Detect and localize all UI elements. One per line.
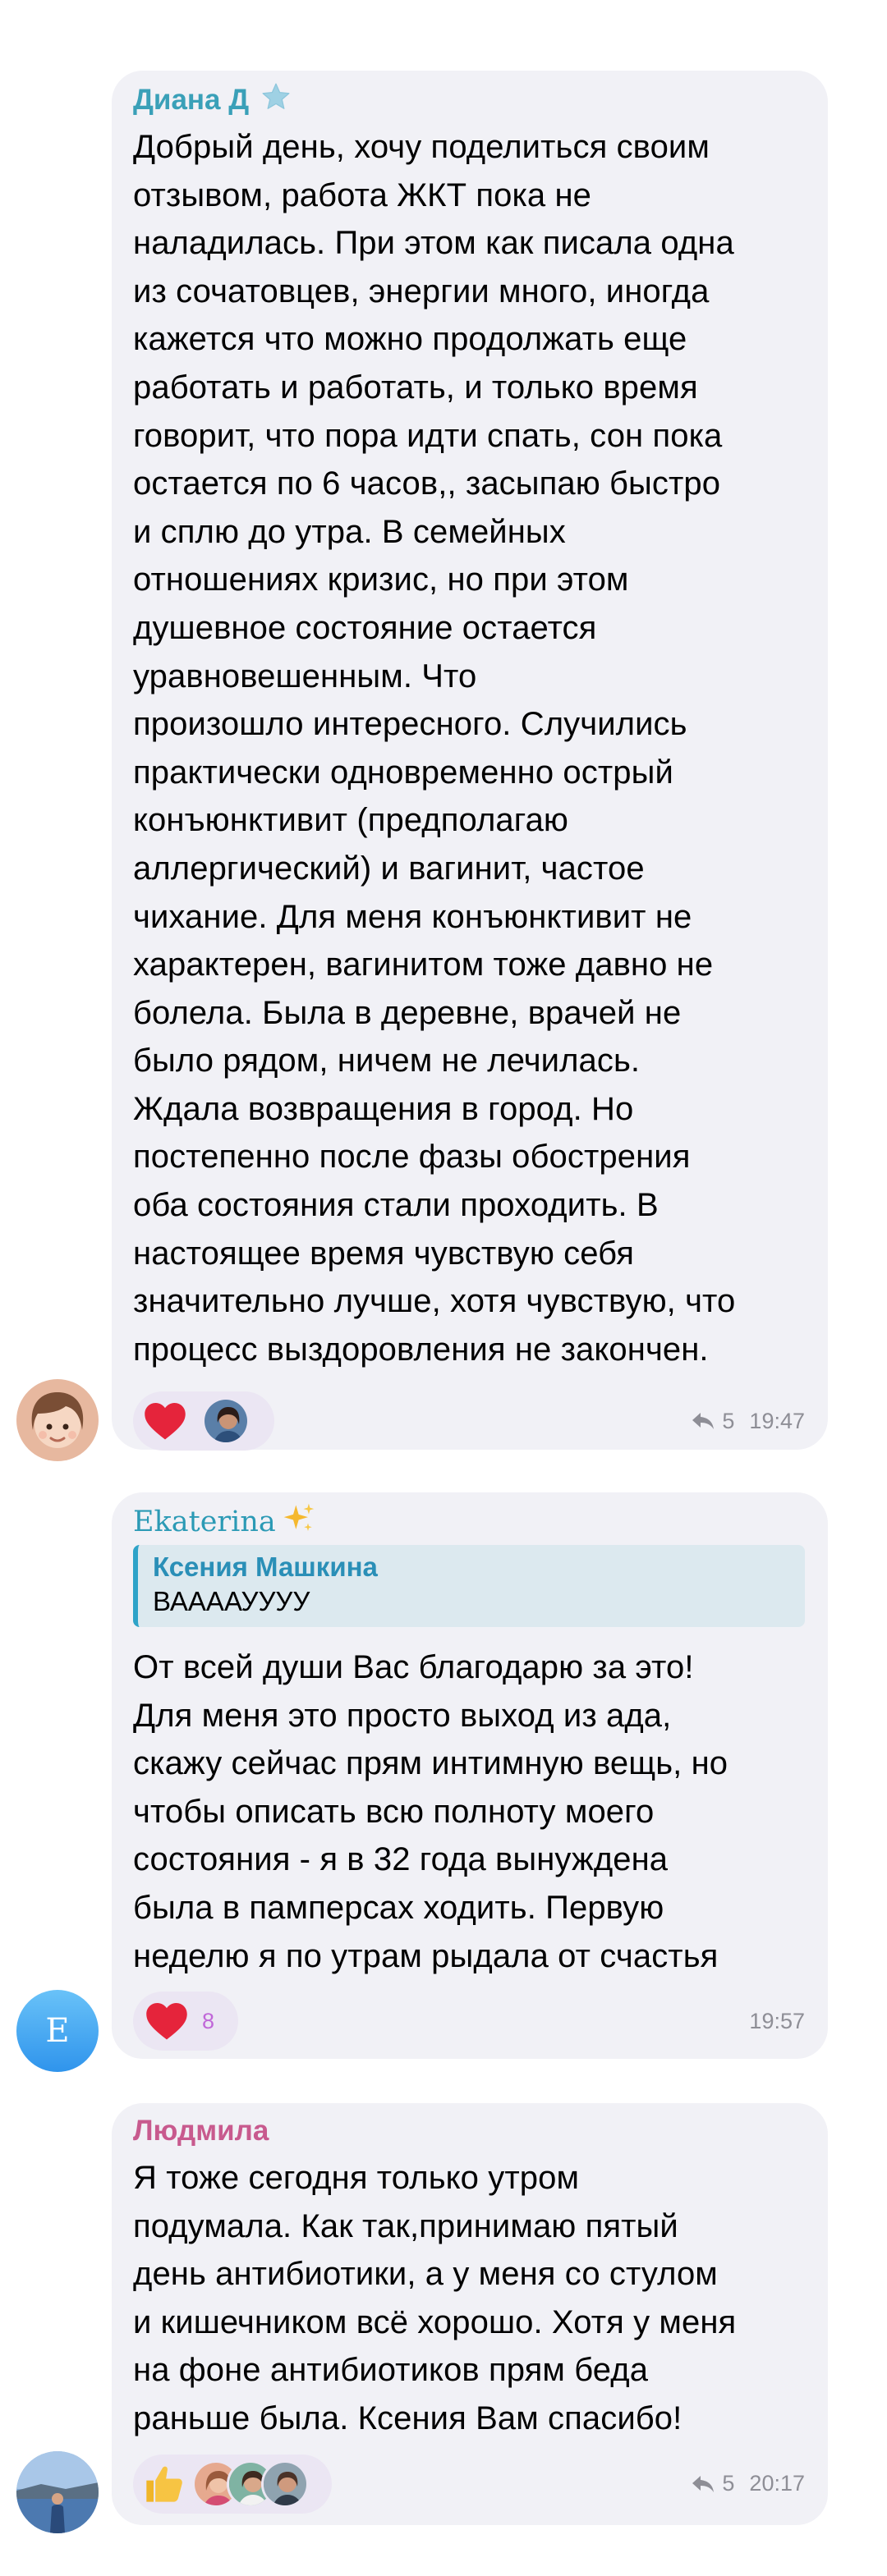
message-time: 19:47 [749, 1408, 805, 1433]
sender-row: Людмила [133, 2113, 805, 2149]
message-bubble[interactable]: Диана Д Добрый день, хочу поделиться сво… [112, 71, 828, 1451]
reply-icon[interactable] [691, 1411, 715, 1431]
avatar[interactable]: E [16, 1990, 99, 2072]
avatar[interactable] [16, 2451, 99, 2533]
sender-name[interactable]: Ekaterina [133, 1506, 276, 1538]
message-footer: 5 20:17 [133, 2454, 805, 2514]
sparkles-icon [281, 1501, 317, 1544]
heart-icon [143, 1400, 187, 1442]
quote-author: Ксения Машкина [153, 1552, 378, 1582]
sender-row: Диана Д [133, 82, 805, 118]
reply-icon[interactable] [691, 2474, 715, 2494]
message-text: Добрый день, хочу поделиться своим отзыв… [133, 129, 736, 1368]
message-footer: 8 19:57 [133, 1992, 805, 2051]
chat-view: Диана Д Добрый день, хочу поделиться сво… [0, 0, 887, 2576]
message-bubble[interactable]: Людмила Я тоже сегодня только утром поду… [112, 2103, 828, 2525]
message-time: 20:17 [749, 2471, 805, 2496]
sender-name[interactable]: Диана Д [133, 84, 249, 117]
quote-text: ВААААУУУУ [153, 1586, 310, 1616]
thumbs-up-icon [143, 2463, 186, 2505]
reaction-thumbs-up[interactable] [133, 2454, 332, 2514]
reactor-avatar[interactable] [261, 2459, 309, 2508]
avatar-letter: E [45, 2012, 70, 2050]
message-text: Я тоже сегодня только утром подумала. Ка… [133, 2160, 737, 2436]
message-text: От всей души Вас благодарю за это! Для м… [133, 1649, 728, 1974]
reactor-avatar[interactable] [202, 1397, 250, 1446]
message-meta: 5 20:17 [691, 2471, 805, 2496]
sender-row: Ekaterina [133, 1503, 805, 1540]
message-bubble[interactable]: Ekaterina Ксения Машкина ВААААУУУУ От вс… [112, 1492, 828, 2059]
reply-quote[interactable]: Ксения Машкина ВААААУУУУ [133, 1545, 805, 1627]
reaction-count: 8 [202, 2008, 215, 2033]
sender-name[interactable]: Людмила [133, 2115, 269, 2147]
message-time: 19:57 [749, 2008, 805, 2033]
message-footer: 5 19:47 [133, 1391, 805, 1451]
reply-count[interactable]: 5 [722, 1409, 734, 1434]
heart-icon [145, 2001, 189, 2042]
reply-count[interactable]: 5 [722, 2471, 734, 2496]
star-icon [260, 81, 292, 120]
avatar[interactable] [16, 1379, 99, 1461]
reaction-heart[interactable]: 8 [133, 1992, 238, 2051]
reaction-heart[interactable] [133, 1391, 274, 1451]
message-meta: 19:57 [749, 2009, 805, 2034]
message-meta: 5 19:47 [691, 1409, 805, 1434]
